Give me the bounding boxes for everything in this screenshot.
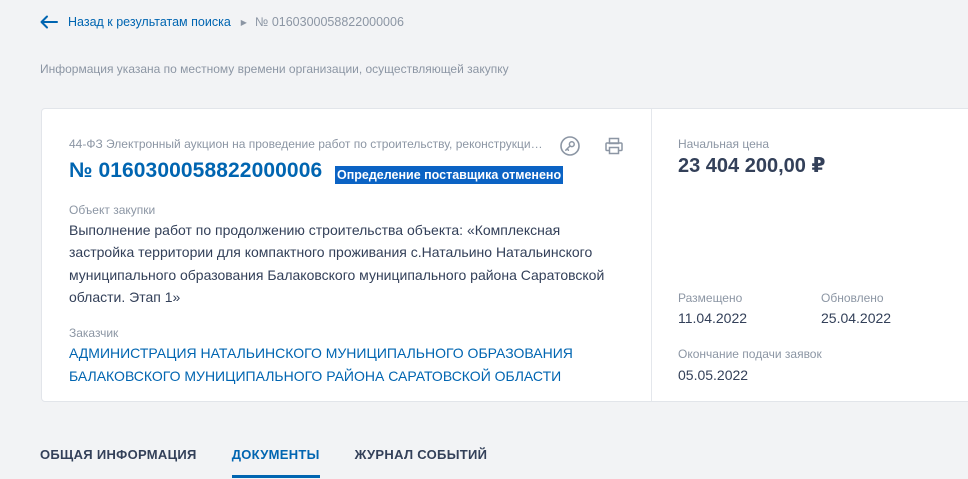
- purchase-number[interactable]: № 0160300058822000006: [69, 159, 322, 183]
- timezone-note: Информация указана по местному времени о…: [40, 62, 509, 76]
- object-description: Выполнение работ по продолжению строител…: [69, 222, 605, 305]
- key-icon[interactable]: [559, 135, 581, 157]
- arrow-left-icon[interactable]: [40, 15, 58, 29]
- status-badge: Определение поставщика отменено: [335, 166, 564, 184]
- customer-label: Заказчик: [69, 326, 119, 340]
- deadline-date: 05.05.2022: [678, 367, 749, 383]
- deadline-label: Окончание подачи заявок: [678, 347, 822, 361]
- posted-label: Размещено: [678, 291, 743, 305]
- tab-event-log[interactable]: ЖУРНАЛ СОБЫТИЙ: [355, 447, 488, 479]
- triangle-right-icon: ▶: [240, 17, 247, 27]
- purchase-card: 44-ФЗ Электронный аукцион на проведение …: [41, 108, 968, 402]
- breadcrumb: Назад к результатам поиска ▶ № 016030005…: [40, 12, 404, 32]
- updated-label: Обновлено: [821, 291, 884, 305]
- posted-date: 11.04.2022: [678, 310, 748, 326]
- law-and-method: 44-ФЗ Электронный аукцион на проведение …: [69, 137, 544, 151]
- tab-bar: ОБЩАЯ ИНФОРМАЦИЯ ДОКУМЕНТЫ ЖУРНАЛ СОБЫТИ…: [40, 447, 522, 479]
- card-divider: [651, 109, 652, 401]
- customer-link[interactable]: АДМИНИСТРАЦИЯ НАТАЛЬИНСКОГО МУНИЦИПАЛЬНО…: [69, 342, 629, 387]
- printer-icon[interactable]: [603, 135, 625, 157]
- updated-date: 25.04.2022: [821, 310, 892, 326]
- price-value: 23 404 200,00 ₽: [678, 155, 826, 177]
- tab-general-info[interactable]: ОБЩАЯ ИНФОРМАЦИЯ: [40, 447, 197, 479]
- price-label: Начальная цена: [678, 137, 770, 151]
- breadcrumb-current: № 0160300058822000006: [254, 15, 404, 29]
- object-label: Объект закупки: [69, 203, 156, 217]
- tab-documents[interactable]: ДОКУМЕНТЫ: [231, 447, 320, 479]
- back-to-results-link[interactable]: Назад к результатам поиска: [68, 15, 231, 29]
